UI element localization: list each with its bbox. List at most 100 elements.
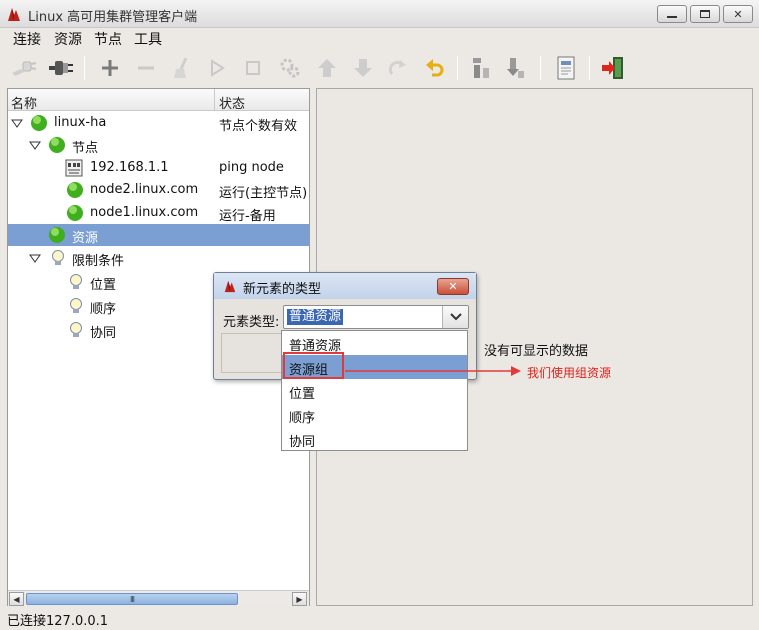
move-down-button[interactable]	[349, 54, 377, 82]
scroll-right-button[interactable]: ▶	[292, 592, 307, 606]
dialog-title-bar[interactable]: 新元素的类型 ✕	[214, 273, 476, 299]
tree-row-label: 位置	[90, 278, 117, 293]
option-label: 顺序	[289, 411, 316, 426]
tree-row-nodes[interactable]: 节点	[8, 134, 309, 156]
menu-tools[interactable]: 工具	[134, 29, 162, 49]
tree-row-label: 协同	[90, 326, 117, 341]
toolbar-separator	[457, 56, 458, 80]
element-type-options-list: 普通资源 资源组 位置 顺序 协同	[281, 330, 468, 451]
column-header-status[interactable]: 状态	[219, 93, 245, 112]
network-icon	[65, 159, 83, 177]
connect-button[interactable]	[47, 54, 75, 82]
tree-row-node2[interactable]: node2.linux.com 运行(主控节点)	[8, 179, 309, 201]
toolbar	[0, 48, 759, 88]
minimize-button[interactable]	[657, 5, 687, 23]
green-status-icon	[31, 115, 47, 131]
annotation-note: 我们使用组资源	[527, 366, 612, 380]
expand-toggle-icon[interactable]	[11, 117, 23, 129]
select-dropdown-button[interactable]	[442, 306, 468, 328]
log-icon	[557, 56, 575, 80]
standby-node-button[interactable]	[467, 54, 495, 82]
tree-row-cluster[interactable]: linux-ha 节点个数有效	[8, 112, 309, 134]
tree-row-node1[interactable]: node1.linux.com 运行-备用	[8, 202, 309, 224]
column-header-name[interactable]: 名称	[11, 93, 37, 112]
chevron-left-icon: ◀	[13, 594, 20, 604]
menu-resources[interactable]: 资源	[54, 29, 82, 49]
exit-button[interactable]	[599, 54, 627, 82]
start-button[interactable]	[203, 54, 231, 82]
activate-node-button[interactable]	[502, 54, 530, 82]
option-label: 位置	[289, 387, 316, 402]
cleanup-icon	[174, 57, 188, 78]
menu-connect[interactable]: 连接	[13, 29, 41, 49]
menu-nodes[interactable]: 节点	[94, 29, 122, 49]
scroll-left-button[interactable]: ◀	[9, 592, 24, 606]
cleanup-button[interactable]	[168, 54, 196, 82]
app-logo-icon	[8, 8, 20, 21]
redo-icon	[388, 60, 406, 75]
element-type-label: 元素类型:	[223, 315, 280, 330]
option-location[interactable]: 位置	[282, 379, 467, 403]
undo-button[interactable]	[421, 54, 449, 82]
tree-row-status: 节点个数有效	[219, 119, 298, 134]
tree-row-status: ping node	[219, 160, 284, 175]
tree-row-label: 资源	[72, 231, 99, 246]
chevron-right-icon: ▶	[296, 594, 303, 604]
tree-row-label: 限制条件	[72, 254, 125, 269]
move-up-button[interactable]	[313, 54, 341, 82]
connect-icon	[49, 61, 73, 75]
toolbar-separator	[84, 56, 85, 80]
green-status-icon	[67, 205, 83, 221]
element-type-select[interactable]: 普通资源	[283, 305, 469, 329]
tree-row-status: 运行-备用	[219, 209, 276, 224]
settings-icon	[280, 58, 300, 78]
move-down-icon	[354, 59, 372, 77]
expand-toggle-icon[interactable]	[29, 139, 41, 151]
annotation-highlight-box	[283, 352, 344, 379]
start-icon	[211, 59, 225, 77]
add-button[interactable]	[96, 54, 124, 82]
redo-button[interactable]	[384, 54, 412, 82]
column-divider[interactable]	[214, 89, 215, 111]
tree-row-label: linux-ha	[54, 115, 107, 130]
remove-button[interactable]	[132, 54, 160, 82]
log-button[interactable]	[552, 54, 580, 82]
undo-icon	[426, 59, 444, 77]
lightbulb-icon	[70, 322, 82, 337]
green-status-icon	[49, 227, 65, 243]
element-type-selected-value: 普通资源	[287, 309, 344, 325]
tree-row-constraints[interactable]: 限制条件	[8, 247, 309, 269]
disconnect-icon	[12, 61, 37, 76]
exit-icon	[602, 57, 623, 79]
tree-row-label: node1.linux.com	[90, 205, 199, 220]
settings-button[interactable]	[276, 54, 304, 82]
option-label: 协同	[289, 435, 316, 450]
title-bar: Linux 高可用集群管理客户端 ✕	[0, 0, 759, 28]
tree-header: 名称 状态	[8, 89, 309, 112]
close-button[interactable]: ✕	[723, 5, 753, 23]
tree-row-resources[interactable]: 资源	[8, 224, 309, 246]
add-icon	[102, 60, 118, 76]
toolbar-separator	[540, 56, 541, 80]
maximize-icon	[700, 10, 710, 18]
activate-node-icon	[507, 58, 524, 78]
minimize-icon	[667, 16, 677, 18]
window-title: Linux 高可用集群管理客户端	[28, 10, 198, 25]
horizontal-scrollbar[interactable]: ◀ III ▶	[8, 590, 309, 606]
maximize-button[interactable]	[690, 5, 720, 23]
disconnect-button[interactable]	[10, 54, 38, 82]
status-bar: 已连接127.0.0.1	[0, 608, 759, 630]
lightbulb-icon	[70, 274, 82, 289]
dialog-close-button[interactable]: ✕	[437, 278, 469, 295]
dialog-title: 新元素的类型	[243, 282, 322, 297]
scrollbar-thumb[interactable]: III	[26, 593, 238, 605]
stop-button[interactable]	[239, 54, 267, 82]
expand-toggle-icon[interactable]	[29, 252, 41, 264]
app-logo-icon	[224, 280, 236, 293]
green-status-icon	[67, 182, 83, 198]
option-order[interactable]: 顺序	[282, 403, 467, 427]
lightbulb-icon	[70, 298, 82, 313]
option-colocation[interactable]: 协同	[282, 427, 467, 451]
green-status-icon	[49, 137, 65, 153]
tree-row-ping-node[interactable]: 192.168.1.1 ping node	[8, 157, 309, 179]
